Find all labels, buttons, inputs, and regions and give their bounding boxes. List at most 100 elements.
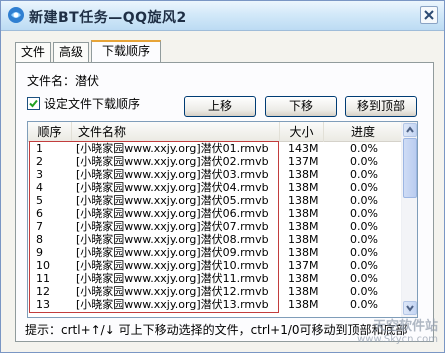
row-progress: 0.0% (350, 298, 378, 311)
set-order-checkbox-row[interactable]: 设定文件下载顺序 (27, 95, 140, 112)
tab-advanced-label: 高级 (58, 45, 83, 59)
arrow-down-icon (406, 305, 414, 312)
row-filename: [小晓家园www.xxjy.org]潜伏12.rmvb (76, 285, 269, 298)
site-watermark: 天空软件站 www.Skycn.com (357, 320, 438, 346)
scroll-down-button[interactable] (403, 301, 417, 315)
row-progress: 0.0% (350, 246, 378, 259)
set-order-checkbox-label: 设定文件下载顺序 (44, 97, 141, 111)
table-row[interactable]: 9 [小晓家园www.xxjy.org]潜伏09.rmvb 138M 0.0% (28, 246, 402, 259)
row-order: 11 (36, 272, 50, 285)
row-progress: 0.0% (350, 155, 378, 168)
table-row[interactable]: 12 [小晓家园www.xxjy.org]潜伏12.rmvb 138M 0.0% (28, 285, 402, 298)
arrow-up-icon (406, 126, 414, 133)
row-size: 137M (288, 259, 319, 272)
row-order: 3 (36, 168, 43, 181)
row-size: 138M (288, 285, 319, 298)
row-progress: 0.0% (350, 233, 378, 246)
row-filename: [小晓家园www.xxjy.org]潜伏03.rmvb (76, 168, 269, 181)
move-to-top-button[interactable]: 移到顶部 (345, 96, 417, 117)
row-size: 138M (288, 233, 319, 246)
table-row[interactable]: 7 [小晓家园www.xxjy.org]潜伏07.rmvb 138M 0.0% (28, 220, 402, 233)
hint-text: 提示：crtl+↑/↓ 可上下移动选择的文件，ctrl+1/0可移动到顶部和底部 (25, 323, 408, 337)
row-size: 143M (288, 142, 319, 155)
row-size: 138M (288, 246, 319, 259)
row-order: 8 (36, 233, 43, 246)
row-filename: [小晓家园www.xxjy.org]潜伏06.rmvb (76, 207, 269, 220)
row-filename: [小晓家园www.xxjy.org]潜伏11.rmvb (76, 272, 269, 285)
row-size: 138M (288, 298, 319, 311)
row-size: 138M (288, 181, 319, 194)
dialog-window: 新建BT任务—QQ旋风2 文件 高级 下载顺序 文件名：潜伏 设定文件下载顺序 … (0, 0, 445, 353)
scroll-thumb[interactable] (403, 138, 417, 198)
table-row[interactable]: 2 [小晓家园www.xxjy.org]潜伏02.rmvb 137M 0.0% (28, 155, 402, 168)
row-order: 10 (36, 259, 50, 272)
tab-advanced[interactable]: 高级 (53, 42, 89, 62)
title-bar[interactable]: 新建BT任务—QQ旋风2 (1, 1, 444, 31)
scroll-up-button[interactable] (403, 123, 417, 137)
row-order: 12 (36, 285, 50, 298)
table-row[interactable]: 11 [小晓家园www.xxjy.org]潜伏11.rmvb 138M 0.0% (28, 272, 402, 285)
row-filename: [小晓家园www.xxjy.org]潜伏04.rmvb (76, 181, 269, 194)
row-size: 138M (288, 194, 319, 207)
row-order: 13 (36, 298, 50, 311)
tab-files-label: 文件 (20, 45, 45, 59)
table-row[interactable]: 3 [小晓家园www.xxjy.org]潜伏03.rmvb 138M 0.0% (28, 168, 402, 181)
row-progress: 0.0% (350, 285, 378, 298)
row-filename: [小晓家园www.xxjy.org]潜伏10.rmvb (76, 259, 269, 272)
row-progress: 0.0% (350, 181, 378, 194)
row-size: 138M (288, 220, 319, 233)
watermark-url: www.Skycn.com (357, 334, 438, 345)
table-row[interactable]: 10 [小晓家园www.xxjy.org]潜伏10.rmvb 137M 0.0% (28, 259, 402, 272)
tab-files[interactable]: 文件 (15, 42, 51, 62)
table-row[interactable]: 8 [小晓家园www.xxjy.org]潜伏08.rmvb 138M 0.0% (28, 233, 402, 246)
table-row[interactable]: 5 [小晓家园www.xxjy.org]潜伏05.rmvb 138M 0.0% (28, 194, 402, 207)
checkmark-icon (29, 99, 38, 108)
column-header-name[interactable]: 文件名称 (72, 122, 280, 142)
row-filename: [小晓家园www.xxjy.org]潜伏02.rmvb (76, 155, 269, 168)
close-icon (424, 10, 434, 20)
column-header-size[interactable]: 大小 (280, 122, 324, 142)
row-order: 5 (36, 194, 43, 207)
column-header-order[interactable]: 顺序 (28, 122, 72, 142)
table-row[interactable]: 13 [小晓家园www.xxjy.org]潜伏13.rmvb 138M 0.0% (28, 298, 402, 311)
row-order: 9 (36, 246, 43, 259)
move-up-button[interactable]: 上移 (184, 96, 256, 117)
row-progress: 0.0% (350, 142, 378, 155)
move-down-button[interactable]: 下移 (265, 96, 337, 117)
filename-label: 文件名：潜伏 (27, 74, 100, 88)
row-order: 6 (36, 207, 43, 220)
row-progress: 0.0% (350, 272, 378, 285)
row-order: 2 (36, 155, 43, 168)
table-row[interactable]: 4 [小晓家园www.xxjy.org]潜伏04.rmvb 138M 0.0% (28, 181, 402, 194)
table-body: 1 [小晓家园www.xxjy.org]潜伏01.rmvb 143M 0.0% 2 [小晓… (28, 142, 402, 311)
window-title: 新建BT任务—QQ旋风2 (29, 10, 187, 26)
row-progress: 0.0% (350, 220, 378, 233)
row-filename: [小晓家园www.xxjy.org]潜伏13.rmvb (76, 298, 269, 311)
row-size: 138M (288, 272, 319, 285)
set-order-checkbox[interactable] (27, 97, 40, 110)
row-order: 7 (36, 220, 43, 233)
row-progress: 0.0% (350, 207, 378, 220)
row-progress: 0.0% (350, 259, 378, 272)
tab-download-order-label: 下载顺序 (101, 44, 150, 58)
watermark-main: 天空软件站 (372, 319, 438, 334)
row-filename: [小晓家园www.xxjy.org]潜伏08.rmvb (76, 233, 269, 246)
vertical-scrollbar[interactable] (401, 122, 417, 317)
column-header-progress[interactable]: 进度 (324, 122, 402, 142)
table-header: 顺序 文件名称 大小 进度 (28, 122, 402, 142)
row-progress: 0.0% (350, 194, 378, 207)
tab-download-order[interactable]: 下载顺序 (91, 40, 161, 62)
row-order: 1 (36, 142, 43, 155)
row-size: 137M (288, 155, 319, 168)
row-progress: 0.0% (350, 168, 378, 181)
close-button[interactable] (420, 6, 438, 24)
row-filename: [小晓家园www.xxjy.org]潜伏07.rmvb (76, 220, 269, 233)
row-filename: [小晓家园www.xxjy.org]潜伏05.rmvb (76, 194, 269, 207)
table-row[interactable]: 6 [小晓家园www.xxjy.org]潜伏06.rmvb 138M 0.0% (28, 207, 402, 220)
file-order-table: 顺序 文件名称 大小 进度 1 [小晓家园www.xxjy.org]潜伏01.rm… (27, 121, 418, 318)
row-order: 4 (36, 181, 43, 194)
row-size: 138M (288, 168, 319, 181)
table-row[interactable]: 1 [小晓家园www.xxjy.org]潜伏01.rmvb 143M 0.0% (28, 142, 402, 155)
row-filename: [小晓家园www.xxjy.org]潜伏09.rmvb (76, 246, 269, 259)
row-filename: [小晓家园www.xxjy.org]潜伏01.rmvb (76, 142, 269, 155)
